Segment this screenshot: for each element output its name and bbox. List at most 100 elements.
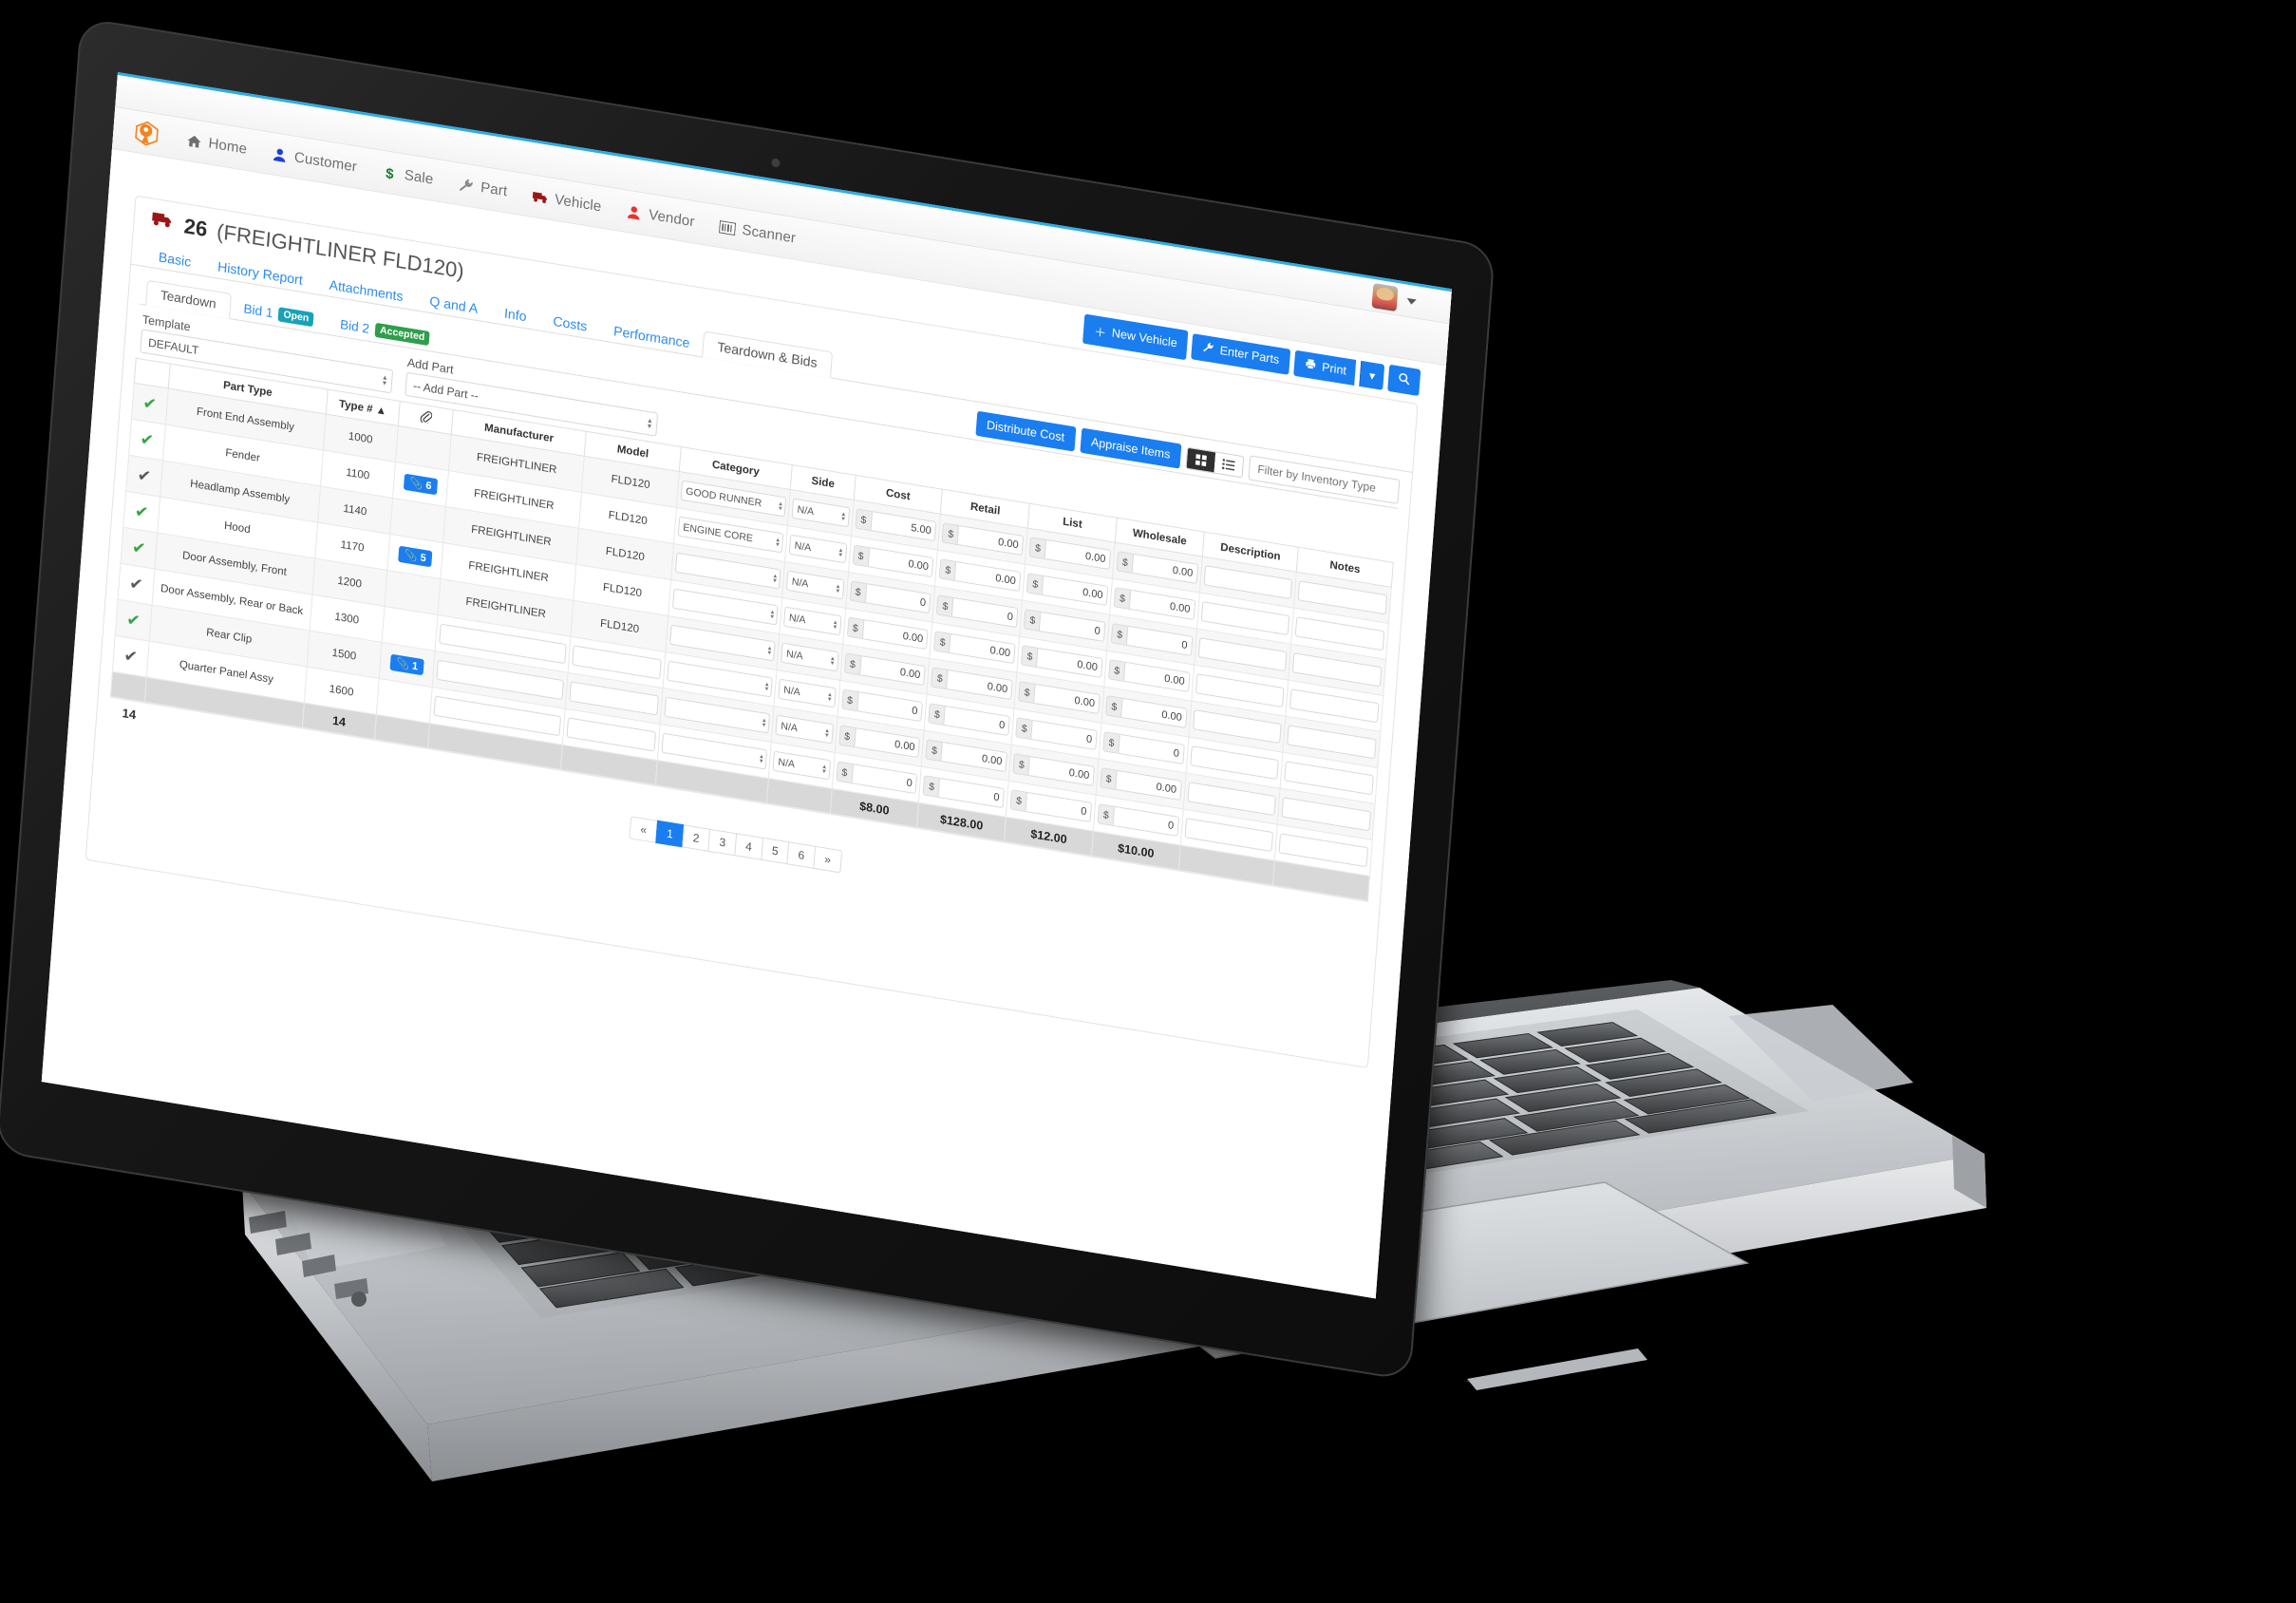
money-input[interactable]: $0 <box>1110 623 1194 656</box>
money-input[interactable]: $0.00 <box>925 739 1008 773</box>
money-input[interactable]: $0.00 <box>1105 695 1188 728</box>
pagination-page-4[interactable]: 4 <box>734 833 762 860</box>
select-input[interactable]: N/A ▴ ▾ <box>778 678 837 708</box>
money-input[interactable]: $0.00 <box>941 522 1025 556</box>
row-checkmark[interactable]: ✔ <box>122 491 160 534</box>
pagination-page-3[interactable]: 3 <box>707 828 737 857</box>
pagination-page-6[interactable]: 6 <box>786 841 816 869</box>
enter-parts-button[interactable]: Enter Parts <box>1191 332 1291 375</box>
money-input[interactable]: $0.00 <box>837 725 921 759</box>
notes-input[interactable] <box>1295 616 1385 651</box>
money-input[interactable]: $0 <box>928 703 1011 737</box>
add-part-value: -- Add Part -- <box>412 378 480 403</box>
attachment-badge[interactable]: 📎 6 <box>404 473 439 496</box>
row-checkmark[interactable]: ✔ <box>120 527 158 570</box>
description-input[interactable] <box>1187 782 1277 817</box>
money-value: 0 <box>856 692 923 722</box>
avatar[interactable] <box>1371 282 1399 311</box>
money-input[interactable]: $0.00 <box>852 544 934 578</box>
print-button[interactable]: Print <box>1293 349 1356 386</box>
notes-input[interactable] <box>1289 688 1380 724</box>
nav-item-sale[interactable]: $ Sale <box>381 163 434 188</box>
row-checkmark[interactable]: ✔ <box>112 635 149 678</box>
money-input[interactable]: $0 <box>849 580 932 614</box>
money-input[interactable]: $0.00 <box>931 667 1013 701</box>
money-input[interactable]: $0 <box>1024 609 1106 643</box>
description-input[interactable] <box>1203 565 1293 600</box>
list-view-icon[interactable] <box>1214 451 1244 477</box>
pagination-last[interactable]: » <box>813 845 842 874</box>
nav-item-vehicle[interactable]: Vehicle <box>532 188 602 215</box>
row-checkmark[interactable]: ✔ <box>118 563 155 606</box>
row-checkmark[interactable]: ✔ <box>125 455 163 498</box>
notes-input[interactable] <box>1278 833 1369 868</box>
notes-input[interactable] <box>1281 797 1371 832</box>
row-checkmark[interactable]: ✔ <box>115 599 152 642</box>
pagination-first[interactable]: « <box>629 816 658 843</box>
chevron-updown-icon: ▴ ▾ <box>772 572 778 585</box>
money-input[interactable]: $0 <box>1102 731 1185 764</box>
select-input[interactable]: N/A ▴ ▾ <box>775 714 834 745</box>
money-input[interactable]: $0 <box>922 775 1006 809</box>
pagination-page-1[interactable]: 1 <box>655 820 684 848</box>
money-input[interactable]: $0.00 <box>1028 537 1112 571</box>
view-toggle[interactable] <box>1185 446 1245 478</box>
row-checkmark[interactable]: ✔ <box>131 383 169 425</box>
currency-prefix: $ <box>1010 790 1028 812</box>
attachment-badge[interactable]: 📎 1 <box>389 653 424 676</box>
description-input[interactable] <box>1200 601 1290 636</box>
row-checkmark[interactable]: ✔ <box>128 419 166 462</box>
model-input[interactable] <box>569 681 659 716</box>
money-input[interactable]: $0.00 <box>939 558 1022 593</box>
description-input[interactable] <box>1193 709 1283 745</box>
notes-input[interactable] <box>1284 761 1374 796</box>
money-input[interactable]: $0 <box>936 594 1019 629</box>
brand-logo-icon[interactable] <box>131 117 161 150</box>
description-input[interactable] <box>1184 818 1274 853</box>
search-button[interactable] <box>1387 364 1421 397</box>
select-input[interactable]: N/A ▴ ▾ <box>781 642 839 672</box>
description-input[interactable] <box>1197 637 1288 672</box>
money-input[interactable]: $0 <box>836 761 918 795</box>
money-input[interactable]: $0.00 <box>1100 767 1182 801</box>
select-input[interactable]: N/A ▴ ▾ <box>772 750 831 781</box>
pagination-page-2[interactable]: 2 <box>681 824 710 852</box>
money-input[interactable]: $0.00 <box>846 616 929 651</box>
money-input[interactable]: $0.00 <box>1113 587 1196 620</box>
nav-item-home[interactable]: Home <box>185 131 248 158</box>
select-input[interactable]: N/A ▴ ▾ <box>786 570 845 600</box>
money-input[interactable]: $0 <box>840 688 924 723</box>
notes-input[interactable] <box>1287 725 1377 760</box>
money-input[interactable]: $0 <box>1015 717 1098 751</box>
money-input[interactable]: $0.00 <box>1108 659 1191 692</box>
grid-view-icon[interactable] <box>1186 447 1216 472</box>
money-input[interactable]: $0.00 <box>933 631 1016 665</box>
nav-item-part[interactable]: Part <box>458 176 508 199</box>
money-input[interactable]: $0.00 <box>1026 573 1109 607</box>
pagination-page-5[interactable]: 5 <box>761 837 789 865</box>
description-input[interactable] <box>1190 745 1280 781</box>
money-input[interactable]: $0.00 <box>1012 753 1096 787</box>
money-input[interactable]: $0.00 <box>1018 681 1101 715</box>
description-input[interactable] <box>1195 673 1285 708</box>
money-input[interactable]: $0 <box>1009 789 1093 823</box>
money-input[interactable]: $0.00 <box>843 652 927 687</box>
notes-input[interactable] <box>1292 652 1383 688</box>
nav-item-customer[interactable]: Customer <box>271 145 357 176</box>
nav-item-scanner[interactable]: Scanner <box>718 218 797 247</box>
money-input[interactable]: $5.00 <box>855 508 937 542</box>
chevron-down-icon[interactable] <box>1406 297 1417 305</box>
money-input[interactable]: $0.00 <box>1021 645 1103 679</box>
print-dropdown-button[interactable]: ▾ <box>1358 360 1385 390</box>
model-input[interactable] <box>566 717 657 752</box>
nav-item-vendor[interactable]: Vendor <box>626 203 695 230</box>
select-input[interactable]: N/A ▴ ▾ <box>788 534 847 564</box>
model-input[interactable] <box>572 645 662 680</box>
select-input[interactable]: N/A ▴ ▾ <box>783 606 842 636</box>
money-input[interactable]: $0.00 <box>1116 551 1199 584</box>
notes-input[interactable] <box>1297 580 1388 615</box>
currency-prefix: $ <box>856 509 873 531</box>
money-input[interactable]: $0 <box>1097 803 1179 837</box>
select-input[interactable]: N/A ▴ ▾ <box>791 498 850 528</box>
attachment-badge[interactable]: 📎 5 <box>398 545 433 568</box>
